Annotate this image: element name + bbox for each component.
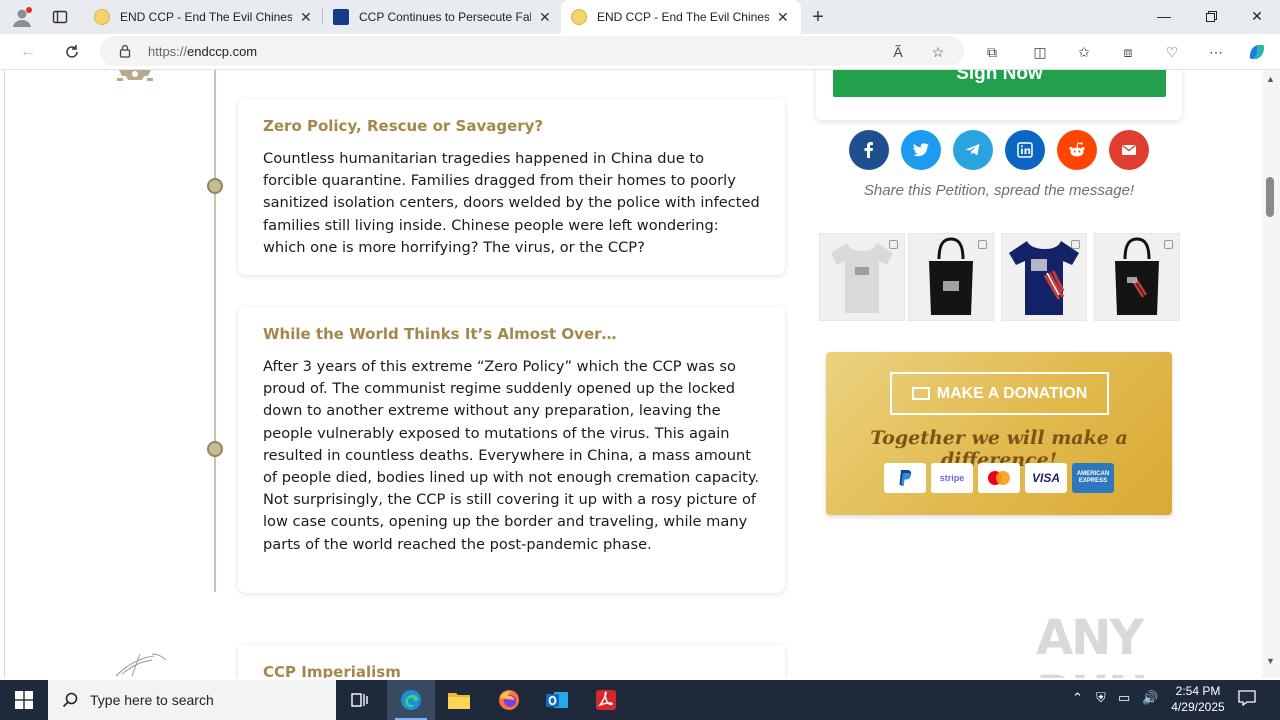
more-menu-icon[interactable]: ⋯ <box>1204 40 1228 64</box>
cart-icon[interactable] <box>1071 240 1080 249</box>
outlook-icon[interactable] <box>533 680 581 720</box>
timeline-card: Zero Policy, Rescue or Savagery? Countle… <box>238 99 785 275</box>
mastercard-icon <box>978 463 1020 493</box>
timeline-dot <box>207 441 223 457</box>
credit-card-icon <box>911 387 930 400</box>
tab-title: END CCP - End The Evil Chinese <box>120 10 292 24</box>
product-tshirt-navy[interactable] <box>1001 233 1087 321</box>
card-body: Countless humanitarian tragedies happene… <box>263 150 760 256</box>
donation-panel: MAKE A DONATION Together we will make a … <box>826 352 1172 515</box>
url-text: https://endccp.com <box>148 43 258 59</box>
vertical-scrollbar[interactable]: ▲ ▼ <box>1262 70 1280 678</box>
browser-tab-bar: END CCP - End The Evil Chinese ✕ CCP Con… <box>0 0 1280 34</box>
split-screen-icon[interactable]: ◫ <box>1028 40 1052 64</box>
profile-icon[interactable] <box>10 5 34 29</box>
twitter-icon[interactable] <box>901 130 941 170</box>
telegram-icon[interactable] <box>953 130 993 170</box>
address-bar[interactable]: https://endccp.com <box>100 36 964 66</box>
smiley-icon <box>571 9 587 25</box>
email-icon[interactable] <box>1109 130 1149 170</box>
anyrun-watermark: ANY RUN <box>1036 610 1148 678</box>
facebook-icon[interactable] <box>849 130 889 170</box>
scroll-down-icon[interactable]: ▼ <box>1266 656 1275 666</box>
browser-essentials-icon[interactable]: ♡ <box>1160 40 1184 64</box>
amex-icon: AMERICAN EXPRESS <box>1072 463 1114 493</box>
defender-icon[interactable]: ⛨ <box>1096 690 1106 706</box>
sign-now-label: Sign Now <box>956 70 1043 84</box>
smiley-icon <box>94 9 110 25</box>
cart-icon[interactable] <box>889 240 898 249</box>
sketch-illustration <box>115 653 167 677</box>
card-title: Zero Policy, Rescue or Savagery? <box>263 117 544 135</box>
windows-start-button[interactable] <box>0 680 48 720</box>
taskbar-search-box[interactable]: Type here to search <box>48 680 336 720</box>
close-tab-icon[interactable]: ✕ <box>777 9 789 26</box>
new-tab-button[interactable]: + <box>806 5 830 29</box>
card-title: While the World Thinks It’s Almost Over… <box>263 325 617 343</box>
refresh-icon[interactable] <box>58 38 86 66</box>
file-explorer-icon[interactable] <box>435 680 483 720</box>
search-placeholder: Type here to search <box>90 692 214 708</box>
edge-taskbar-icon[interactable] <box>387 680 435 720</box>
cart-icon[interactable] <box>1164 240 1173 249</box>
acrobat-icon[interactable] <box>582 680 630 720</box>
timeline-line <box>214 70 216 592</box>
cart-icon[interactable] <box>978 240 987 249</box>
sign-now-button[interactable]: Sign Now <box>833 70 1166 97</box>
tab-title: END CCP - End The Evil Chinese <box>597 10 769 24</box>
timeline-card: CCP Imperialism <box>238 645 785 678</box>
minghui-icon <box>333 9 349 25</box>
back-icon[interactable]: ← <box>14 38 42 66</box>
firefox-icon[interactable] <box>485 680 533 720</box>
linkedin-icon[interactable] <box>1005 130 1045 170</box>
page-edge <box>4 70 5 678</box>
donation-label: MAKE A DONATION <box>936 384 1088 402</box>
volume-icon[interactable]: 🔊 <box>1142 690 1158 706</box>
browser-tab[interactable]: END CCP - End The Evil Chinese ✕ <box>84 0 322 34</box>
restore-icon[interactable] <box>1188 0 1234 32</box>
tray-chevron-icon[interactable]: ⌃ <box>1072 690 1083 706</box>
lock-icon[interactable] <box>118 44 132 58</box>
tab-title: CCP Continues to Persecute Falu <box>359 10 531 24</box>
product-tote-black[interactable] <box>908 233 994 321</box>
visa-icon: VISA <box>1025 463 1067 493</box>
web-page: Zero Policy, Rescue or Savagery? Countle… <box>0 70 1262 678</box>
paypal-icon <box>884 463 926 493</box>
windows-taskbar: Type here to search ⌃ ⛨ ▭ 🔊 2:54 PM 4/29… <box>0 680 1280 720</box>
close-window-icon[interactable]: ✕ <box>1234 0 1280 32</box>
favorites-icon[interactable]: ✩ <box>1072 40 1096 64</box>
timeline-card: While the World Thinks It’s Almost Over…… <box>238 307 785 593</box>
reddit-icon[interactable] <box>1057 130 1097 170</box>
timeline-dot <box>207 178 223 194</box>
close-tab-icon[interactable]: ✕ <box>300 9 312 26</box>
card-title: CCP Imperialism <box>263 663 401 678</box>
notifications-icon[interactable] <box>1238 690 1256 709</box>
favorite-star-icon[interactable]: ☆ <box>926 40 950 64</box>
minimize-icon[interactable]: — <box>1141 0 1187 32</box>
browser-tab-active[interactable]: END CCP - End The Evil Chinese ✕ <box>561 0 801 34</box>
clock-date: 4/29/2025 <box>1171 700 1225 714</box>
extensions-icon[interactable]: ⧉ <box>980 40 1004 64</box>
clock-time: 2:54 PM <box>1175 684 1221 698</box>
product-tshirt-grey[interactable] <box>819 233 905 321</box>
scrollbar-thumb[interactable] <box>1266 177 1274 217</box>
share-caption: Share this Petition, spread the message! <box>863 182 1135 199</box>
tab-actions-icon[interactable] <box>48 5 72 29</box>
stripe-icon: stripe <box>931 463 973 493</box>
task-view-icon[interactable] <box>336 680 384 720</box>
collections-icon[interactable]: ⧈ <box>1116 40 1140 64</box>
card-body: After 3 years of this extreme “Zero Poli… <box>263 358 760 553</box>
scroll-up-icon[interactable]: ▲ <box>1266 74 1275 84</box>
search-icon <box>62 692 78 708</box>
make-donation-button[interactable]: MAKE A DONATION <box>890 372 1109 415</box>
read-aloud-icon[interactable]: A᷉ <box>886 40 910 64</box>
browser-toolbar: ← https://endccp.com A᷉ ☆ ⧉ ◫ ✩ ⧈ ♡ ⋯ <box>0 34 1280 70</box>
system-clock[interactable]: 2:54 PM 4/29/2025 <box>1160 683 1236 715</box>
network-icon[interactable]: ▭ <box>1118 690 1130 706</box>
product-tote-black-2[interactable] <box>1094 233 1180 321</box>
close-tab-icon[interactable]: ✕ <box>539 9 551 26</box>
browser-tab[interactable]: CCP Continues to Persecute Falu ✕ <box>323 0 561 34</box>
gear-illustration <box>117 70 153 81</box>
copilot-icon[interactable] <box>1245 40 1269 64</box>
